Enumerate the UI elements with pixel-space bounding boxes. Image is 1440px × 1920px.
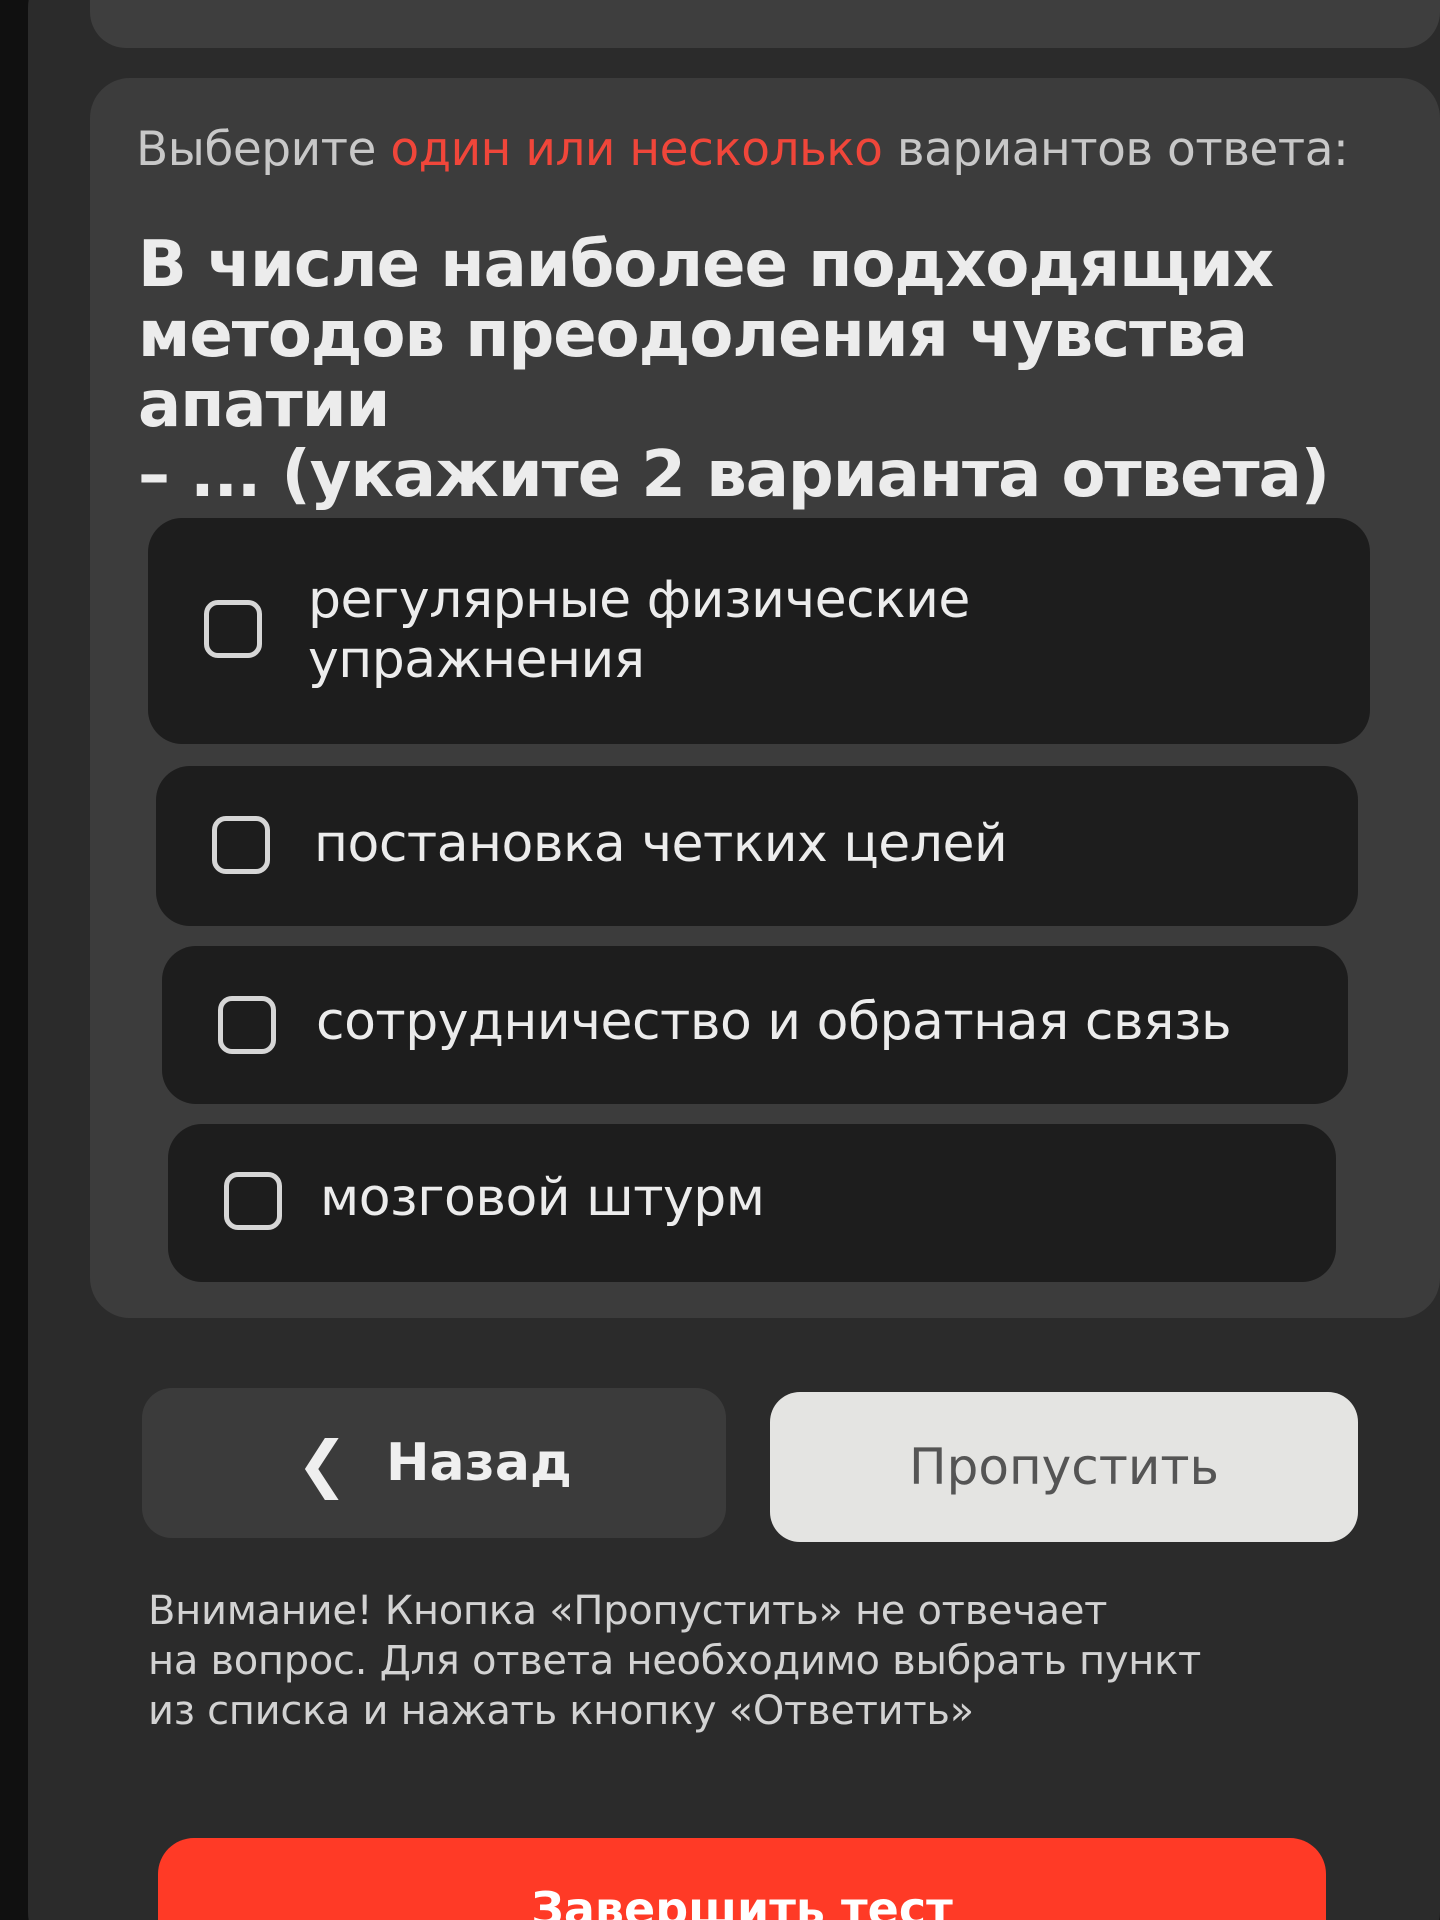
option-label: мозговой штурм	[320, 1168, 765, 1228]
question-line: – ... (укажите 2 варианта ответа)	[138, 438, 1330, 512]
option-label: постановка четких целей	[314, 814, 1008, 874]
option-cooperation-feedback[interactable]: сотрудничество и обратная связь	[162, 946, 1348, 1104]
skip-button[interactable]: Пропустить	[770, 1392, 1358, 1542]
instruction-accent: один или несколько	[390, 122, 883, 177]
option-label-line: упражнения	[308, 630, 645, 690]
checkbox-icon[interactable]	[218, 996, 276, 1054]
skip-notice: Внимание! Кнопка «Пропустить» не отвечае…	[148, 1586, 1298, 1736]
quiz-screen: Выберите один или несколько вариантов от…	[0, 0, 1440, 1920]
finish-test-button[interactable]: Завершить тест	[158, 1838, 1326, 1920]
chevron-left-icon: ❮	[296, 1426, 349, 1500]
notice-line: из списка и нажать кнопку «Ответить»	[148, 1688, 974, 1734]
instruction-suffix: вариантов ответа:	[882, 122, 1349, 177]
question-line: В числе наиболее подходящих	[138, 228, 1274, 302]
skip-button-label: Пропустить	[909, 1438, 1219, 1496]
option-regular-exercise[interactable]: регулярные физические упражнения	[148, 518, 1370, 744]
option-label: регулярные физические упражнения	[308, 570, 970, 690]
option-label: сотрудничество и обратная связь	[316, 992, 1232, 1052]
option-brainstorm[interactable]: мозговой штурм	[168, 1124, 1336, 1282]
back-button[interactable]: ❮ Назад	[142, 1388, 726, 1538]
option-label-line: регулярные физические	[308, 570, 970, 630]
answer-instruction: Выберите один или несколько вариантов от…	[136, 122, 1366, 177]
checkbox-icon[interactable]	[224, 1172, 282, 1230]
notice-line: Внимание! Кнопка «Пропустить» не отвечае…	[148, 1588, 1108, 1634]
checkbox-icon[interactable]	[204, 600, 262, 658]
finish-test-label: Завершить тест	[531, 1882, 953, 1920]
question-text: В числе наиболее подходящих методов прео…	[138, 230, 1368, 510]
checkbox-icon[interactable]	[212, 816, 270, 874]
back-button-label: Назад	[386, 1433, 572, 1493]
notice-line: на вопрос. Для ответа необходимо выбрать…	[148, 1638, 1201, 1684]
question-line: методов преодоления чувства апатии	[138, 298, 1248, 442]
previous-card	[90, 0, 1440, 48]
option-clear-goals[interactable]: постановка четких целей	[156, 766, 1358, 926]
instruction-prefix: Выберите	[136, 122, 391, 177]
